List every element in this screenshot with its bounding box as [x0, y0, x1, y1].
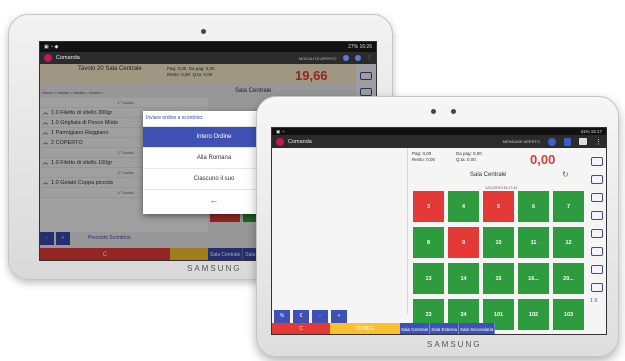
- table-tile[interactable]: 15: [483, 263, 514, 294]
- app-title: Comanda: [56, 55, 80, 61]
- table-tile[interactable]: 14: [448, 263, 479, 294]
- delivery-truck-icon[interactable]: [591, 175, 603, 184]
- table-tile[interactable]: 4: [448, 191, 479, 222]
- bag-icon[interactable]: [564, 137, 571, 146]
- status-icons: ▣ ◔: [276, 128, 285, 134]
- status-right: 41% 15:17: [580, 129, 602, 134]
- action-bar: Comanda MODALITÀ APERTO ⋮: [40, 52, 376, 64]
- brand-logo: SAMSUNG: [427, 340, 482, 349]
- plus-button[interactable]: +: [331, 310, 347, 323]
- table-tile[interactable]: 13: [413, 263, 444, 294]
- percent-button[interactable]: %: [274, 310, 290, 323]
- gear-icon[interactable]: [591, 211, 603, 220]
- bottom-bar: C TOTALE Sala Centrale Sala Esterna Sala…: [272, 323, 586, 334]
- app-logo-icon[interactable]: [276, 137, 284, 146]
- globe-icon[interactable]: [548, 137, 556, 146]
- table-tile[interactable]: 12: [553, 227, 584, 258]
- mode-label: MODALITÀ APERTO: [298, 55, 337, 61]
- key-icon[interactable]: [591, 229, 603, 238]
- front-tablet-screen: ▣ ◔ 41% 15:17 Comanda MENSAGE APERTO ⋮ P…: [271, 127, 607, 335]
- split-icon[interactable]: [591, 193, 603, 202]
- table-tile[interactable]: 11: [518, 227, 549, 258]
- refresh-icon[interactable]: ↻: [562, 170, 569, 179]
- total-button[interactable]: TOTALE: [330, 323, 400, 334]
- table-grid: 3 4 5 6 7 8 9 10 11 12 13 14 15 16... 20... 23 24 101 102 1…: [413, 191, 584, 330]
- divider: [407, 148, 408, 314]
- side-toolbar: [586, 148, 606, 334]
- front-camera: [201, 29, 206, 34]
- table-tile[interactable]: 10: [483, 227, 514, 258]
- table-tile[interactable]: 5: [483, 191, 514, 222]
- table-tile[interactable]: 20...: [553, 263, 584, 294]
- front-tablet: ▣ ◔ 41% 15:17 Comanda MENSAGE APERTO ⋮ P…: [256, 96, 619, 357]
- table-tile[interactable]: 7: [553, 191, 584, 222]
- sensor: [451, 109, 456, 114]
- front-camera: [431, 109, 436, 114]
- room-tab-secondaria[interactable]: Sala Secondaria: [459, 323, 496, 334]
- clear-button[interactable]: C: [272, 323, 330, 334]
- table-tile[interactable]: 9: [448, 227, 479, 258]
- room-title: Sala Centrale: [470, 172, 507, 178]
- status-bar: ▣ ◔ ◆ 27% 16:26: [40, 42, 376, 52]
- mode-label: MENSAGE APERTO: [502, 139, 540, 144]
- printer-icon[interactable]: [579, 138, 587, 145]
- list-icon[interactable]: [591, 247, 603, 256]
- keypad: % € - +: [274, 310, 347, 323]
- brand-logo: SAMSUNG: [187, 264, 242, 273]
- table-tile[interactable]: 3: [413, 191, 444, 222]
- menu-kebab-icon[interactable]: ⋮: [367, 55, 373, 61]
- chat-icon[interactable]: [591, 157, 603, 166]
- euro-button[interactable]: €: [293, 310, 309, 323]
- app-title: Comanda: [288, 138, 312, 145]
- status-icons: ▣ ◔ ◆: [44, 44, 59, 50]
- payment-summary: Pag: 0,00 Da pag: 0,00 Resto: 0,00 Q.ta: 0…: [412, 151, 482, 162]
- receipt-icon[interactable]: [591, 265, 603, 274]
- table-tile[interactable]: 16...: [518, 263, 549, 294]
- quantity-label[interactable]: 1 X: [590, 298, 598, 304]
- bag-icon[interactable]: [354, 55, 361, 61]
- status-right: 27% 16:26: [348, 44, 372, 50]
- action-bar: Comanda MENSAGE APERTO ⋮: [272, 135, 606, 148]
- minus-button[interactable]: -: [312, 310, 328, 323]
- status-bar: ▣ ◔ 41% 15:17: [272, 128, 606, 135]
- timestamp: 12/12/2019 15:17:43: [485, 186, 518, 190]
- room-tab-esterna[interactable]: Sala Esterna: [430, 323, 460, 334]
- save-icon[interactable]: [591, 283, 603, 292]
- table-tile[interactable]: 6: [518, 191, 549, 222]
- table-tile[interactable]: 8: [413, 227, 444, 258]
- room-tab-centrale[interactable]: Sala Centrale: [400, 323, 431, 334]
- menu-kebab-icon[interactable]: ⋮: [595, 138, 602, 146]
- app-logo-icon[interactable]: [44, 54, 52, 62]
- order-total: 0,00: [530, 152, 556, 167]
- globe-icon[interactable]: [342, 55, 349, 61]
